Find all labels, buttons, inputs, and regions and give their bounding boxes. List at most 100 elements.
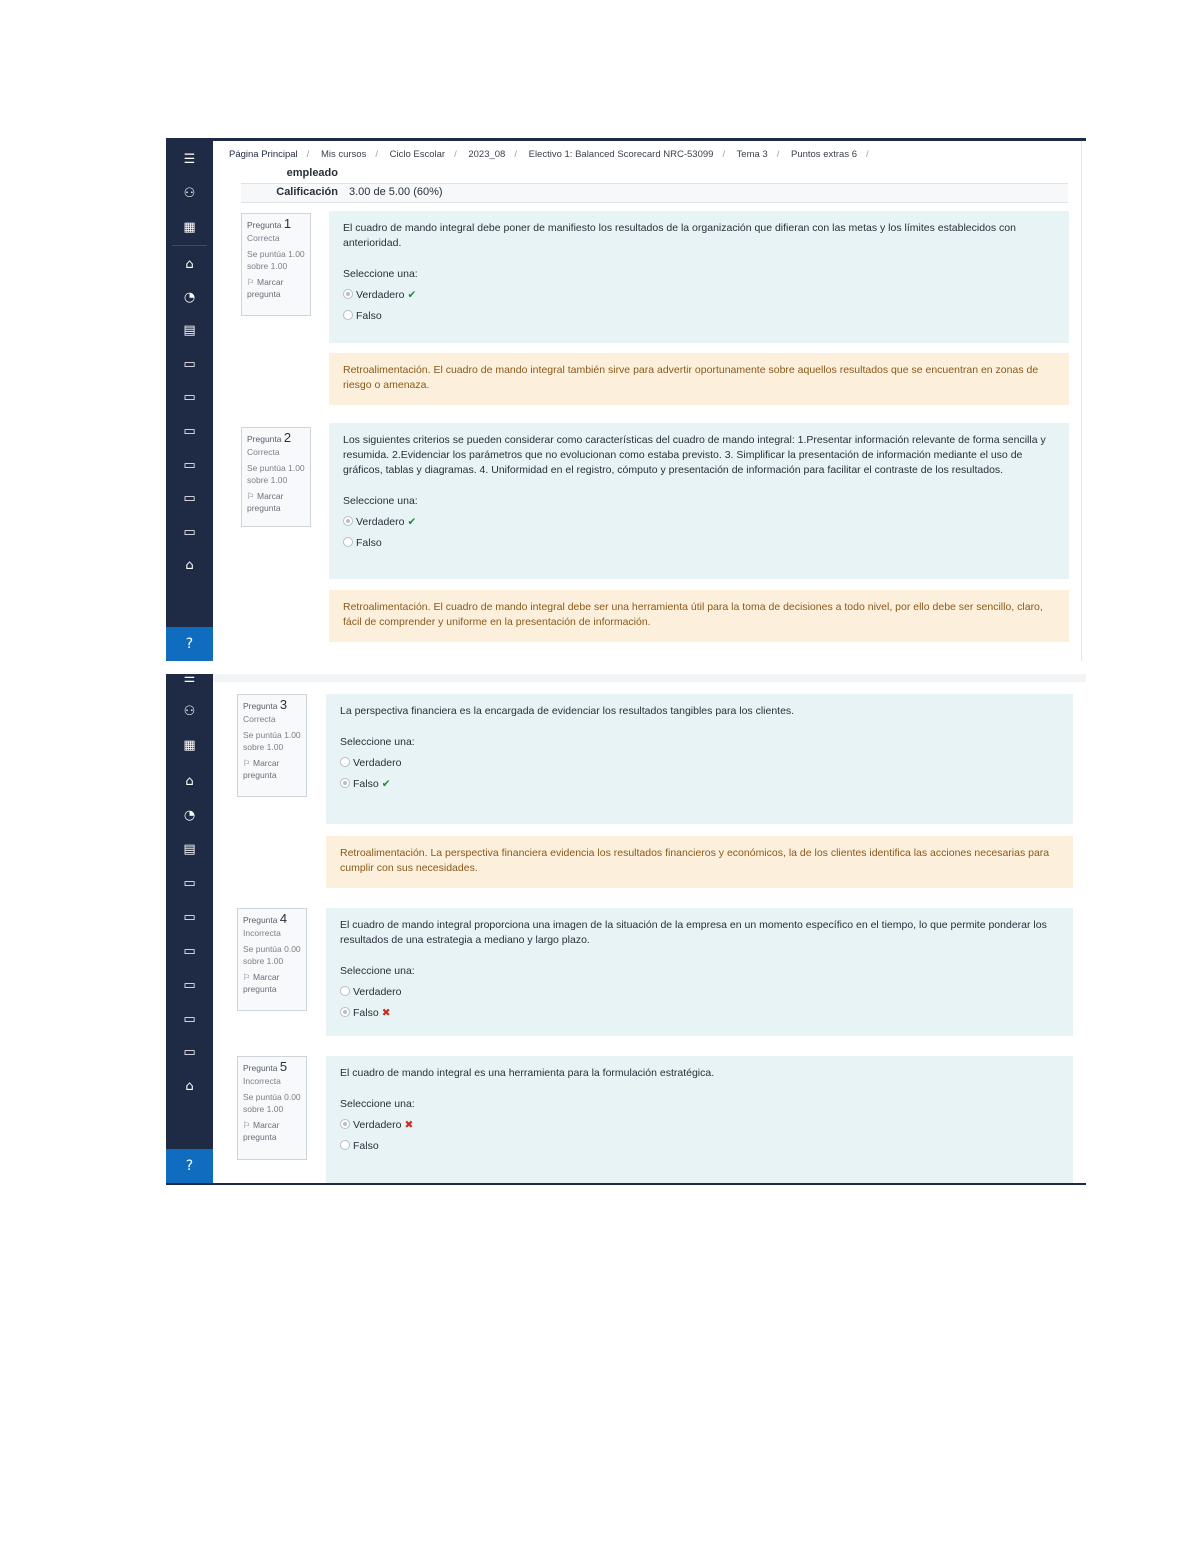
flag-icon: ⚐ — [243, 972, 251, 982]
feedback-box: Retroalimentación. La perspectiva financ… — [326, 836, 1073, 888]
home-icon[interactable]: ⌂ — [166, 771, 213, 793]
help-icon[interactable]: ? — [166, 627, 213, 661]
breadcrumb: Página Principal / Mis cursos / Ciclo Esco… — [229, 149, 869, 160]
folder-icon[interactable]: ▭ — [166, 488, 213, 510]
question-info: Pregunta 2 Correcta Se puntúa 1.00 sobre… — [241, 427, 311, 527]
content-border — [1081, 141, 1082, 661]
flag-question-link[interactable]: ⚐ Marcar pregunta — [243, 757, 301, 781]
radio-button[interactable] — [340, 986, 350, 996]
question-grade: Se puntúa 1.00 sobre 1.00 — [247, 249, 305, 271]
question-text: El cuadro de mando integral debe poner d… — [343, 222, 1016, 249]
cross-icon: ✖ — [404, 1119, 414, 1131]
radio-button[interactable] — [340, 1140, 350, 1150]
flag-question-link[interactable]: ⚐ Marcar pregunta — [243, 1119, 301, 1143]
grid-icon[interactable]: ▦ — [166, 217, 213, 239]
answer-option[interactable]: Verdadero — [340, 756, 1059, 771]
radio-button[interactable] — [340, 1007, 350, 1017]
user-icon[interactable]: ⚇ — [166, 183, 213, 205]
summary-label: empleado — [286, 167, 338, 179]
folder-icon[interactable]: ▭ — [166, 1042, 213, 1064]
breadcrumb-item[interactable]: Tema 3 — [737, 149, 768, 160]
answer-option[interactable]: Verdadero ✔ — [343, 288, 1055, 303]
question-grade: Se puntúa 1.00 sobre 1.00 — [243, 730, 301, 752]
answer-option[interactable]: Verdadero ✖ — [340, 1118, 1059, 1133]
answer-option[interactable]: Verdadero ✔ — [343, 515, 1055, 530]
question-info: Pregunta 4 Incorrecta Se puntúa 0.00 sob… — [237, 908, 307, 1011]
question-number: Pregunta 5 — [243, 1059, 288, 1074]
answer-option[interactable]: Falso ✖ — [340, 1006, 1059, 1021]
question-number: Pregunta 1 — [247, 216, 292, 231]
radio-button[interactable] — [343, 289, 353, 299]
folder-icon[interactable]: ▭ — [166, 1009, 213, 1031]
question-text: Los siguientes criterios se pueden consi… — [343, 434, 1046, 476]
flag-icon: ⚐ — [247, 491, 255, 501]
breadcrumb-item[interactable]: Electivo 1: Balanced Scorecard NRC-53099 — [529, 149, 714, 160]
question-info: Pregunta 3 Correcta Se puntúa 1.00 sobre… — [237, 694, 307, 797]
question-number: Pregunta 2 — [247, 430, 292, 445]
answer-prompt: Seleccione una: — [343, 268, 418, 280]
answer-option[interactable]: Falso ✔ — [340, 777, 1059, 792]
question-status: Incorrecta — [243, 928, 281, 938]
help-icon[interactable]: ? — [166, 1149, 213, 1183]
grid-icon[interactable]: ▦ — [166, 735, 213, 757]
breadcrumb-item[interactable]: Puntos extras 6 — [791, 149, 857, 160]
check-icon: ✔ — [407, 289, 417, 301]
breadcrumb-item[interactable]: 2023_08 — [468, 149, 505, 160]
radio-button[interactable] — [340, 757, 350, 767]
flag-icon: ⚐ — [243, 758, 251, 768]
flag-question-link[interactable]: ⚐ Marcar pregunta — [247, 276, 305, 300]
question-text: El cuadro de mando integral proporciona … — [340, 919, 1047, 946]
graduation-cap-icon[interactable]: ⌂ — [166, 555, 213, 577]
folder-icon[interactable]: ▭ — [166, 421, 213, 443]
folder-icon[interactable]: ▭ — [166, 941, 213, 963]
flag-question-link[interactable]: ⚐ Marcar pregunta — [247, 490, 305, 514]
answer-option[interactable]: Falso — [343, 309, 1055, 324]
question-content: Los siguientes criterios se pueden consi… — [329, 423, 1069, 579]
summary-row: Calificación 3.00 de 5.00 (60%) — [241, 184, 1068, 203]
question-info: Pregunta 1 Correcta Se puntúa 1.00 sobre… — [241, 213, 311, 316]
answer-option[interactable]: Verdadero — [340, 985, 1059, 1000]
feedback-text: Retroalimentación. El cuadro de mando in… — [343, 601, 1043, 628]
sidebar-divider — [172, 245, 207, 246]
graduation-cap-icon[interactable]: ⌂ — [166, 1076, 213, 1098]
breadcrumb-item[interactable]: Ciclo Escolar — [390, 149, 445, 160]
folder-icon[interactable]: ▭ — [166, 907, 213, 929]
screenshot-top: ☰ ⚇ ▦ ⌂ ◔ ▤ ▭ ▭ ▭ ▭ ▭ ▭ ⌂ ? Página Princ… — [166, 138, 1086, 661]
cross-icon: ✖ — [381, 1007, 391, 1019]
radio-button[interactable] — [343, 537, 353, 547]
question-text: La perspectiva financiera es la encargad… — [340, 705, 795, 717]
radio-button[interactable] — [340, 778, 350, 788]
radio-button[interactable] — [343, 516, 353, 526]
user-icon[interactable]: ⚇ — [166, 701, 213, 723]
screenshot-bottom: ☰ ⚇ ▦ ⌂ ◔ ▤ ▭ ▭ ▭ ▭ ▭ ▭ ⌂ ? Pregunta 3 C… — [166, 674, 1086, 1185]
menu-icon[interactable]: ☰ — [166, 674, 213, 690]
menu-icon[interactable]: ☰ — [166, 149, 213, 171]
feedback-text: Retroalimentación. El cuadro de mando in… — [343, 364, 1039, 391]
calendar-icon[interactable]: ▤ — [166, 839, 213, 861]
question-status: Incorrecta — [243, 1076, 281, 1086]
folder-icon[interactable]: ▭ — [166, 975, 213, 997]
folder-icon[interactable]: ▭ — [166, 354, 213, 376]
answer-option[interactable]: Falso — [343, 536, 1055, 551]
answer-option[interactable]: Falso — [340, 1139, 1059, 1154]
attempt-summary: empleado Calificación 3.00 de 5.00 (60%) — [241, 165, 1068, 203]
question-content: La perspectiva financiera es la encargad… — [326, 694, 1073, 824]
radio-button[interactable] — [343, 310, 353, 320]
folder-icon[interactable]: ▭ — [166, 387, 213, 409]
answer-prompt: Seleccione una: — [343, 495, 418, 507]
dashboard-icon[interactable]: ◔ — [166, 805, 213, 827]
breadcrumb-item[interactable]: Mis cursos — [321, 149, 366, 160]
home-icon[interactable]: ⌂ — [166, 254, 213, 276]
folder-icon[interactable]: ▭ — [166, 873, 213, 895]
breadcrumb-item[interactable]: Página Principal — [229, 149, 298, 160]
question-status: Correcta — [243, 714, 276, 724]
breadcrumb-strip — [213, 674, 1086, 682]
radio-button[interactable] — [340, 1119, 350, 1129]
folder-icon[interactable]: ▭ — [166, 455, 213, 477]
question-number: Pregunta 4 — [243, 911, 288, 926]
calendar-icon[interactable]: ▤ — [166, 320, 213, 342]
question-text: El cuadro de mando integral es una herra… — [340, 1067, 715, 1079]
folder-icon[interactable]: ▭ — [166, 522, 213, 544]
flag-question-link[interactable]: ⚐ Marcar pregunta — [243, 971, 301, 995]
dashboard-icon[interactable]: ◔ — [166, 287, 213, 309]
